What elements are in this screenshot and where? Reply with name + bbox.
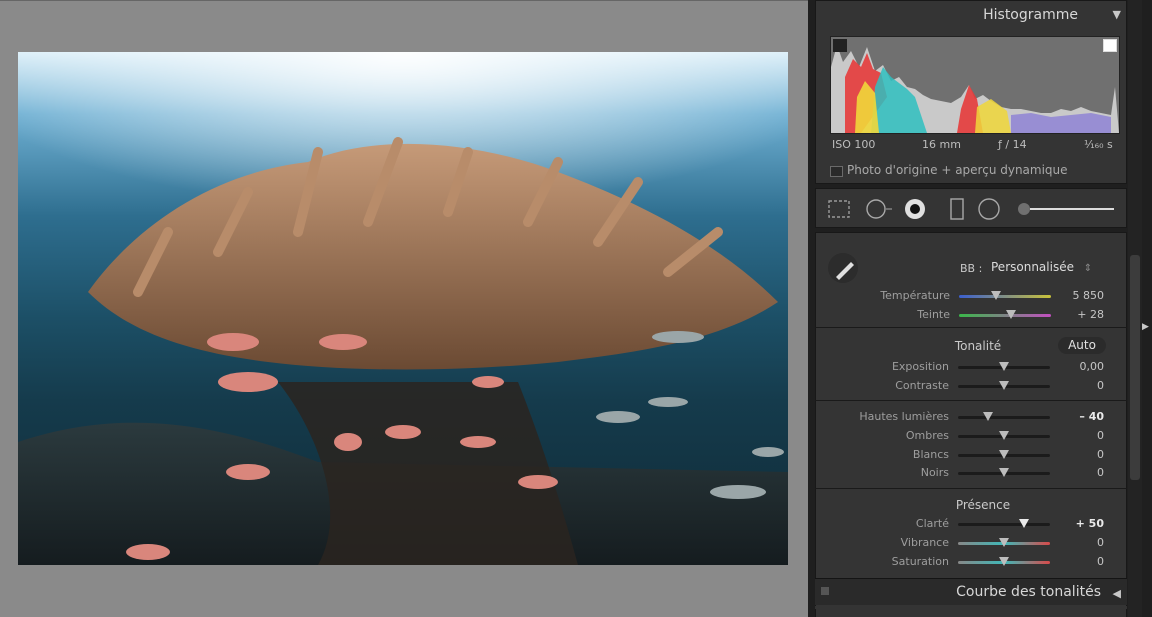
tint-value[interactable]: + 28 [1044, 308, 1104, 321]
tone-curve-title: Courbe des tonalités [956, 584, 1101, 600]
scrollbar-thumb[interactable] [1130, 255, 1140, 480]
develop-panel: Histogramme ▼ ISO 100 16 mm ƒ / 14 ¹⁄₁₆₀… [808, 0, 1152, 617]
exposure-value[interactable]: 0,00 [1044, 360, 1105, 373]
clarity-value[interactable]: + 50 [1044, 517, 1104, 530]
white-balance-picker-icon[interactable] [828, 253, 858, 283]
clarity-thumb[interactable] [1019, 519, 1030, 528]
highlights-slider[interactable] [958, 412, 1050, 421]
shadow-clip-icon[interactable] [833, 39, 847, 52]
contrast-label: Contraste [895, 379, 949, 392]
clarity-slider[interactable] [958, 519, 1050, 528]
tint-slider[interactable] [959, 310, 1051, 319]
histogram-title: Histogramme [983, 7, 1078, 23]
photo-canvas [0, 0, 808, 617]
temperature-value[interactable]: 5 850 [1044, 289, 1105, 302]
exposure-thumb[interactable] [999, 362, 1009, 371]
iso-value: ISO 100 [832, 138, 876, 151]
tone-curve-header[interactable]: Courbe des tonalités ◀ [815, 578, 1127, 605]
divider-tone [815, 327, 1127, 328]
right-panel-toggle-icon[interactable]: ▶ [1142, 322, 1149, 332]
highlights-thumb[interactable] [983, 412, 994, 421]
whites-slider[interactable] [958, 450, 1050, 459]
highlight-clip-icon[interactable] [1103, 39, 1117, 52]
shadows-label: Ombres [905, 429, 949, 442]
photo-illustration [18, 52, 788, 565]
tint-thumb[interactable] [1006, 310, 1017, 319]
temperature-thumb[interactable] [990, 291, 1001, 300]
preview-checkbox[interactable] [830, 166, 843, 177]
spot-removal-icon[interactable] [864, 197, 892, 221]
focal-length-value: 16 mm [922, 138, 961, 151]
wb-select[interactable]: Personnalisée ⇕ [991, 260, 1092, 274]
clarity-label: Clarté [915, 517, 949, 530]
panel-footer [815, 606, 1127, 609]
contrast-value[interactable]: 0 [1044, 379, 1104, 392]
auto-tone-button[interactable]: Auto [1058, 337, 1106, 354]
graduated-filter-icon[interactable] [944, 197, 970, 221]
tool-strip [815, 188, 1127, 228]
saturation-label: Saturation [891, 555, 949, 568]
saturation-slider[interactable] [958, 557, 1050, 566]
shadows-value[interactable]: 0 [1044, 429, 1104, 442]
highlights-label: Hautes lumières [859, 410, 949, 423]
temperature-label: Température [880, 289, 950, 302]
wb-label: BB : [960, 262, 983, 275]
crop-tool-icon[interactable] [826, 197, 852, 221]
blacks-slider[interactable] [958, 468, 1050, 477]
presence-title: Présence [955, 498, 1011, 512]
whites-value[interactable]: 0 [1044, 448, 1104, 461]
tint-label: Teinte [917, 308, 950, 321]
whites-thumb[interactable] [999, 450, 1009, 459]
vibrance-thumb[interactable] [999, 538, 1009, 547]
adjustment-brush-slider[interactable] [1016, 197, 1116, 221]
shutter-value: ¹⁄₁₆₀ s [1084, 138, 1113, 151]
shadows-thumb[interactable] [999, 431, 1009, 440]
blacks-value[interactable]: 0 [1044, 466, 1104, 479]
radial-filter-icon[interactable] [976, 197, 1002, 221]
divider-presence [815, 488, 1127, 489]
saturation-thumb[interactable] [999, 557, 1009, 566]
vibrance-value[interactable]: 0 [1044, 536, 1104, 549]
tone-curve-toggle[interactable] [821, 587, 829, 595]
expand-triangle-icon[interactable]: ◀ [1113, 587, 1121, 600]
blacks-label: Noirs [920, 466, 949, 479]
collapse-triangle-icon[interactable]: ▼ [1113, 8, 1121, 21]
vibrance-slider[interactable] [958, 538, 1050, 547]
shadows-slider[interactable] [958, 431, 1050, 440]
histogram-section: Histogramme ▼ ISO 100 16 mm ƒ / 14 ¹⁄₁₆₀… [815, 0, 1127, 184]
whites-label: Blancs [912, 448, 949, 461]
red-eye-icon[interactable] [902, 197, 928, 221]
photo-preview[interactable] [18, 52, 788, 565]
blacks-thumb[interactable] [999, 468, 1009, 477]
preview-label: Photo d'origine + aperçu dynamique [847, 163, 1068, 177]
highlights-value[interactable]: – 40 [1044, 410, 1104, 423]
vibrance-label: Vibrance [900, 536, 949, 549]
histogram-graph [830, 36, 1120, 134]
wb-select-chevron-icon: ⇕ [1083, 263, 1093, 274]
saturation-value[interactable]: 0 [1044, 555, 1104, 568]
exposure-slider[interactable] [958, 362, 1050, 371]
temperature-slider[interactable] [959, 291, 1051, 300]
wb-select-value: Personnalisée [991, 260, 1074, 274]
contrast-thumb[interactable] [999, 381, 1009, 390]
contrast-slider[interactable] [958, 381, 1050, 390]
tone-title: Tonalité [954, 339, 1002, 353]
exposure-label: Exposition [891, 360, 949, 373]
divider-highlights [815, 400, 1127, 401]
aperture-value: ƒ / 14 [998, 138, 1027, 151]
